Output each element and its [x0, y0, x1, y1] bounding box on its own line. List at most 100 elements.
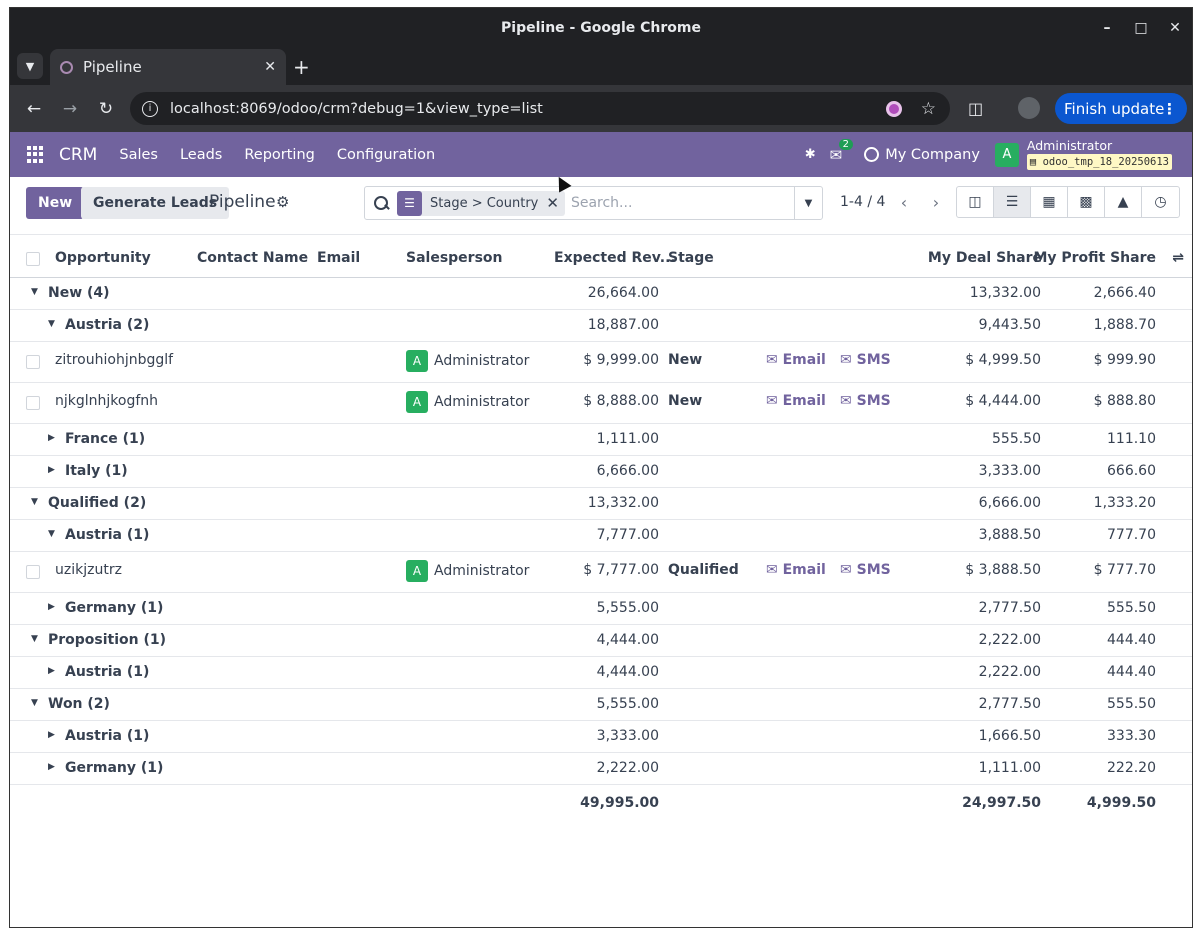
col-email[interactable]: Email	[317, 250, 360, 266]
caret-right-icon[interactable]: ▶	[48, 433, 55, 443]
caret-right-icon[interactable]: ▶	[48, 602, 55, 612]
facet-remove-icon[interactable]: ✕	[546, 194, 565, 212]
salesperson-cell[interactable]: A Administrator	[406, 560, 529, 582]
user-avatar[interactable]: A	[994, 142, 1019, 167]
group-row[interactable]: ▶ Italy (1) 6,666.00 3,333.00 666.60	[10, 456, 1192, 488]
caret-down-icon[interactable]: ▼	[31, 634, 38, 644]
new-button[interactable]: New	[26, 187, 85, 219]
debug-bug-icon[interactable]: ✱	[805, 147, 816, 162]
menu-leads[interactable]: Leads	[180, 147, 222, 163]
table-row[interactable]: uzikjzutrz A Administrator $ 7,777.00 Qualif…	[10, 552, 1192, 593]
reload-icon[interactable]: ↻	[88, 99, 124, 119]
odoo-navbar: CRM Sales Leads Reporting Configuration …	[10, 132, 1192, 177]
opportunity-name[interactable]: njkglnhjkogfnh	[55, 393, 158, 409]
row-checkbox[interactable]	[26, 565, 40, 579]
menu-reporting[interactable]: Reporting	[244, 147, 315, 163]
col-contact-name[interactable]: Contact Name	[197, 250, 308, 266]
col-stage[interactable]: Stage	[668, 250, 714, 266]
pager-next-icon[interactable]: ›	[920, 186, 952, 218]
caret-right-icon[interactable]: ▶	[48, 465, 55, 475]
app-brand[interactable]: CRM	[59, 145, 97, 165]
search-icon[interactable]	[374, 196, 388, 210]
extensions-icon[interactable]: ◫	[968, 99, 983, 118]
sms-action[interactable]: ✉ SMS	[840, 562, 891, 578]
col-my-profit-share[interactable]: My Profit Share	[1033, 250, 1156, 266]
address-bar[interactable]: i localhost:8069/odoo/crm?debug=1&view_t…	[130, 92, 950, 125]
finish-update-button[interactable]: Finish update ⋮	[1055, 93, 1187, 124]
email-action[interactable]: ✉ Email	[766, 562, 826, 578]
group-row[interactable]: ▶ Austria (1) 3,333.00 1,666.50 333.30	[10, 721, 1192, 753]
graph-view-icon[interactable]: ▲	[1105, 187, 1142, 217]
company-switcher[interactable]: My Company	[885, 147, 980, 163]
close-window-icon[interactable]: ✕	[1158, 20, 1192, 36]
table-row[interactable]: zitrouhiohjnbgglf A Administrator $ 9,999.0…	[10, 342, 1192, 383]
caret-down-icon[interactable]: ▼	[48, 319, 55, 329]
forward-icon[interactable]: →	[52, 99, 88, 119]
apps-menu-icon[interactable]	[27, 145, 45, 164]
minimize-icon[interactable]: –	[1090, 20, 1124, 36]
user-menu[interactable]: Administrator ▤ odoo_tmp_18_20250613	[1026, 139, 1172, 170]
caret-down-icon[interactable]: ▼	[31, 698, 38, 708]
group-row[interactable]: ▶ Austria (1) 4,444.00 2,222.00 444.40	[10, 657, 1192, 689]
search-options-toggle[interactable]: ▼	[794, 187, 822, 219]
sms-action[interactable]: ✉ SMS	[840, 352, 891, 368]
group-row[interactable]: ▶ Germany (1) 2,222.00 1,111.00 222.20	[10, 753, 1192, 785]
group-row[interactable]: ▼ Won (2) 5,555.00 2,777.50 555.50	[10, 689, 1192, 721]
col-expected-revenue[interactable]: Expected Rev...	[554, 250, 676, 266]
gear-icon[interactable]: ⚙	[276, 193, 289, 211]
profile-icon[interactable]	[1018, 97, 1040, 119]
search-bar[interactable]: ☰ Stage > Country ✕ ▼	[364, 186, 823, 220]
caret-down-icon[interactable]: ▼	[31, 497, 38, 507]
salesperson-cell[interactable]: A Administrator	[406, 391, 529, 413]
group-row[interactable]: ▼ New (4) 26,664.00 13,332.00 2,666.40	[10, 278, 1192, 310]
col-opportunity[interactable]: Opportunity	[55, 250, 151, 266]
tab-search-icon[interactable]: ▼	[17, 53, 43, 79]
tab-close-icon[interactable]: ✕	[264, 59, 276, 75]
col-my-deal-share[interactable]: My Deal Share	[928, 250, 1042, 266]
caret-right-icon[interactable]: ▶	[48, 666, 55, 676]
caret-down-icon[interactable]: ▼	[48, 529, 55, 539]
group-row[interactable]: ▶ France (1) 1,111.00 555.50 111.10	[10, 424, 1192, 456]
pager-value[interactable]: 1-4 / 4	[840, 194, 885, 210]
generate-leads-button[interactable]: Generate Leads	[81, 187, 230, 219]
pager-previous-icon[interactable]: ‹	[888, 186, 920, 218]
back-icon[interactable]: ←	[16, 99, 52, 119]
opportunity-name[interactable]: zitrouhiohjnbgglf	[55, 352, 173, 368]
caret-right-icon[interactable]: ▶	[48, 762, 55, 772]
opportunity-name[interactable]: uzikjzutrz	[55, 562, 122, 578]
email-action[interactable]: ✉ Email	[766, 352, 826, 368]
menu-sales[interactable]: Sales	[119, 147, 158, 163]
group-row[interactable]: ▶ Germany (1) 5,555.00 2,777.50 555.50	[10, 593, 1192, 625]
messaging-icon[interactable]: ✉ 2	[830, 138, 854, 164]
site-info-icon[interactable]: i	[142, 100, 158, 117]
calendar-view-icon[interactable]: ▦	[1031, 187, 1068, 217]
table-row[interactable]: njkglnhjkogfnh A Administrator $ 8,888.00 Ne…	[10, 383, 1192, 424]
email-action[interactable]: ✉ Email	[766, 393, 826, 409]
group-row[interactable]: ▼ Proposition (1) 4,444.00 2,222.00 444.40	[10, 625, 1192, 657]
pivot-view-icon[interactable]: ▩	[1068, 187, 1105, 217]
tab-pipeline[interactable]: Pipeline ✕	[50, 49, 286, 85]
caret-down-icon[interactable]: ▼	[31, 287, 38, 297]
recording-icon[interactable]	[886, 100, 902, 117]
col-salesperson[interactable]: Salesperson	[406, 250, 503, 266]
row-checkbox[interactable]	[26, 355, 40, 369]
optional-columns-icon[interactable]: ⇌	[1172, 250, 1184, 266]
list-view-icon[interactable]: ☰	[994, 187, 1031, 217]
maximize-icon[interactable]: □	[1124, 20, 1158, 36]
row-checkbox[interactable]	[26, 396, 40, 410]
bookmark-star-icon[interactable]: ☆	[921, 99, 936, 119]
select-all-checkbox[interactable]	[26, 252, 40, 266]
activity-view-icon[interactable]: ◷	[1142, 187, 1179, 217]
kanban-view-icon[interactable]: ◫	[957, 187, 994, 217]
chrome-menu-icon[interactable]: ⋮	[1162, 100, 1177, 118]
new-tab-icon[interactable]: +	[293, 55, 310, 79]
group-row[interactable]: ▼ Austria (2) 18,887.00 9,443.50 1,888.70	[10, 310, 1192, 342]
group-row[interactable]: ▼ Qualified (2) 13,332.00 6,666.00 1,333.20	[10, 488, 1192, 520]
salesperson-cell[interactable]: A Administrator	[406, 350, 529, 372]
activity-clock-icon[interactable]	[864, 147, 880, 162]
search-input[interactable]	[570, 195, 791, 211]
menu-configuration[interactable]: Configuration	[337, 147, 435, 163]
caret-right-icon[interactable]: ▶	[48, 730, 55, 740]
group-row[interactable]: ▼ Austria (1) 7,777.00 3,888.50 777.70	[10, 520, 1192, 552]
sms-action[interactable]: ✉ SMS	[840, 393, 891, 409]
